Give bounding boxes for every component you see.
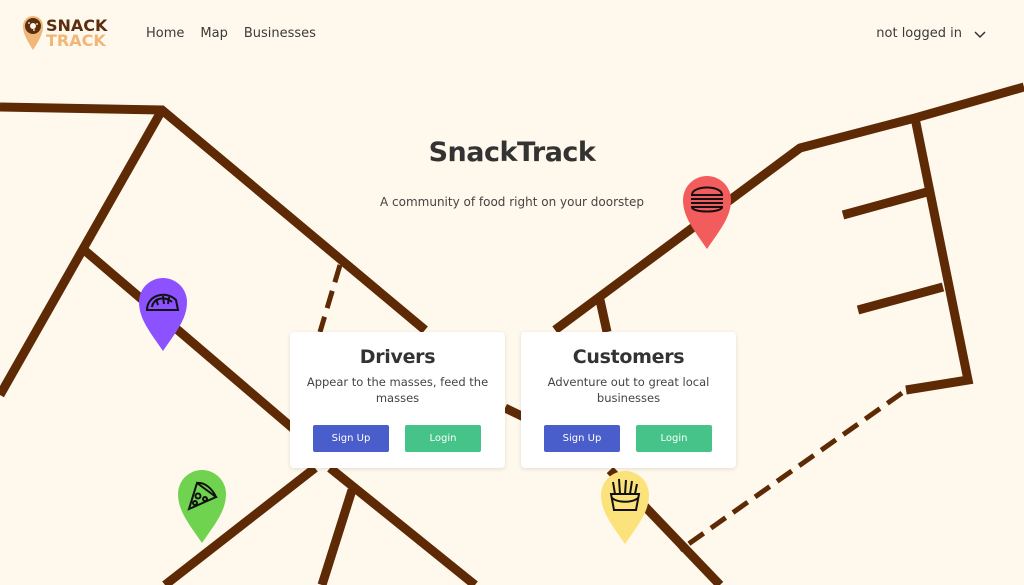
customers-card: Customers Adventure out to great local b… <box>521 332 736 468</box>
nav-map-link[interactable]: Map <box>200 26 227 41</box>
drivers-login-button[interactable]: Login <box>405 425 481 452</box>
drivers-card-description: Appear to the masses, feed the masses <box>306 375 489 405</box>
customers-card-description: Adventure out to great local businesses <box>547 375 710 405</box>
page-subtitle: A community of food right on your doorst… <box>380 195 644 209</box>
customers-login-button[interactable]: Login <box>636 425 712 452</box>
nav-home-link[interactable]: Home <box>146 26 184 41</box>
road <box>80 245 313 447</box>
road <box>327 464 478 585</box>
login-status: not logged in <box>876 26 962 41</box>
burger-pin[interactable] <box>682 175 732 250</box>
brand-logo[interactable]: SNACK TRACK <box>22 15 107 51</box>
road <box>595 299 612 333</box>
chevron-down-icon <box>974 30 986 38</box>
donut-pin-icon <box>23 16 43 50</box>
page-title: SnackTrack <box>428 137 596 168</box>
navbar: SNACK TRACK Home Map Businesses not logg… <box>0 0 1024 70</box>
nav-businesses-link[interactable]: Businesses <box>244 26 316 41</box>
road <box>856 282 945 315</box>
customers-signup-button[interactable]: Sign Up <box>544 425 620 452</box>
pizza-pin[interactable] <box>177 469 227 544</box>
drivers-card-title: Drivers <box>359 346 436 368</box>
taco-pin[interactable] <box>138 277 188 352</box>
road <box>317 488 357 585</box>
drivers-card: Drivers Appear to the masses, feed the m… <box>290 332 505 468</box>
nav-links: Home Map Businesses <box>146 26 316 41</box>
customers-card-title: Customers <box>572 346 685 368</box>
user-menu-dropdown[interactable]: not logged in <box>876 26 986 41</box>
dashed-road <box>317 264 343 333</box>
fries-pin[interactable] <box>600 470 650 545</box>
brand-line2: TRACK <box>46 31 106 50</box>
drivers-signup-button[interactable]: Sign Up <box>313 425 389 452</box>
